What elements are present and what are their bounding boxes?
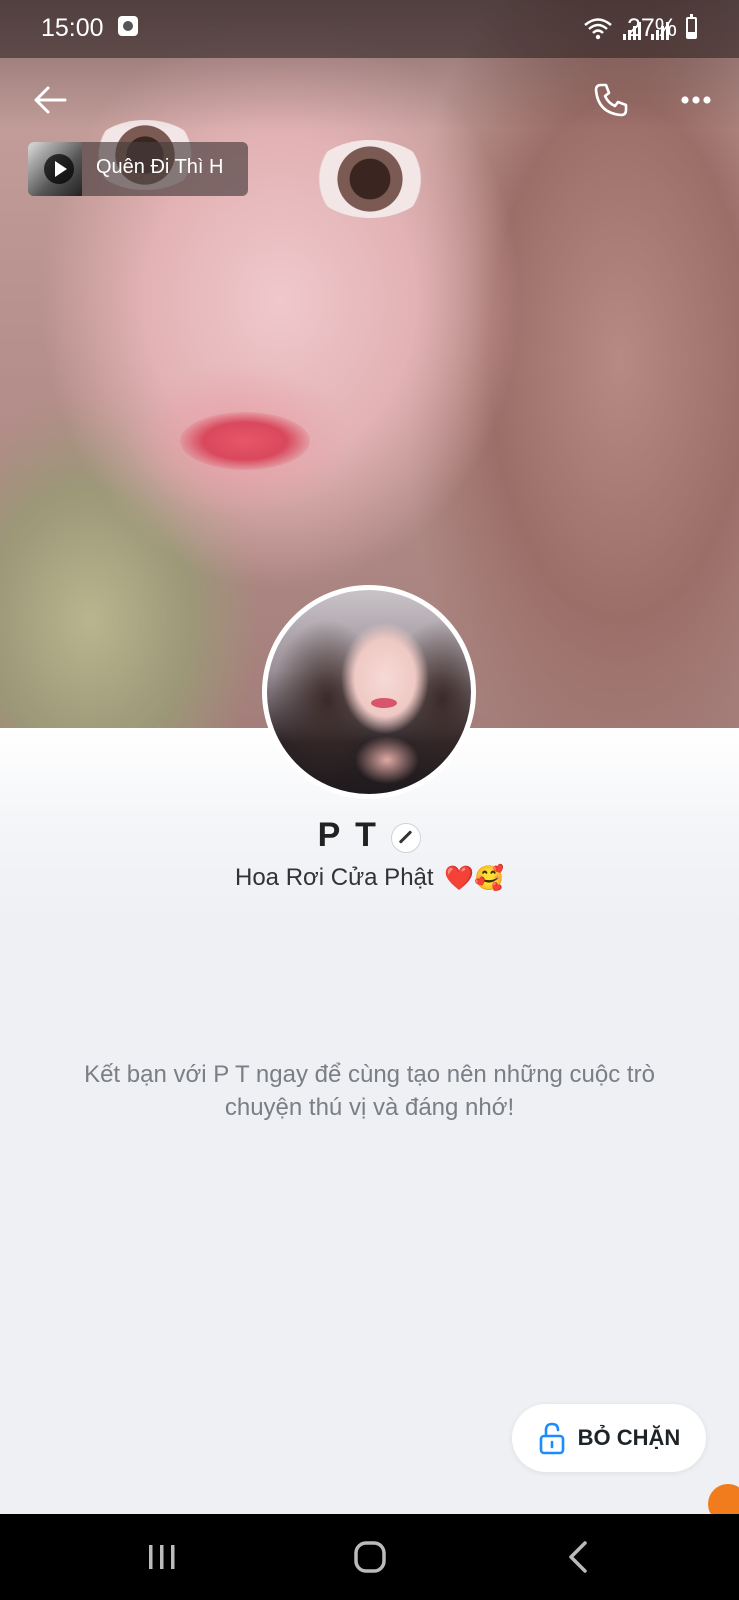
unblock-label: BỎ CHẶN [577, 1425, 681, 1450]
unblock-button[interactable]: BỎ CHẶN [512, 1404, 706, 1472]
profile-music-chip[interactable]: Quên Đi Thì H [28, 142, 248, 196]
recent-apps-button[interactable] [102, 1514, 222, 1600]
invite-message: Kết bạn với P T ngay để cùng tạo nên nhữ… [84, 1061, 655, 1121]
profile-status: Hoa Rơi Cửa Phật ❤️🥰 [0, 864, 739, 893]
status-emojis: ❤️🥰 [444, 865, 504, 893]
recent-apps-icon [149, 1545, 175, 1569]
unlock-icon [539, 1422, 564, 1455]
arrow-left-icon [34, 86, 67, 114]
avatar-lips [371, 698, 397, 708]
back-button[interactable] [24, 74, 76, 126]
notification-icon [118, 16, 138, 36]
status-bar: 15:00 27% [0, 0, 739, 58]
edit-pencil-icon[interactable] [391, 822, 422, 853]
music-title: Quên Đi Thì H [96, 156, 224, 178]
chevron-left-icon [569, 1541, 587, 1573]
call-button[interactable] [585, 74, 637, 126]
cover-lips [180, 412, 310, 470]
system-navigation-bar [0, 1514, 739, 1600]
system-back-button[interactable] [518, 1514, 638, 1600]
cover-eye-right [310, 140, 430, 218]
status-time: 15:00 [41, 14, 104, 42]
battery-percent: 27% [626, 14, 677, 42]
profile-name: P T [317, 816, 379, 854]
more-options-button[interactable] [670, 74, 722, 126]
play-icon[interactable] [44, 154, 74, 184]
profile-status-text: Hoa Rơi Cửa Phật [235, 864, 434, 891]
name-row: P T [0, 816, 739, 857]
wifi-icon [584, 18, 612, 40]
more-horizontal-icon [681, 96, 711, 104]
battery-icon [686, 14, 697, 39]
home-button[interactable] [310, 1514, 430, 1600]
home-icon [354, 1541, 386, 1573]
avatar[interactable] [262, 585, 476, 799]
phone-icon [594, 83, 628, 117]
